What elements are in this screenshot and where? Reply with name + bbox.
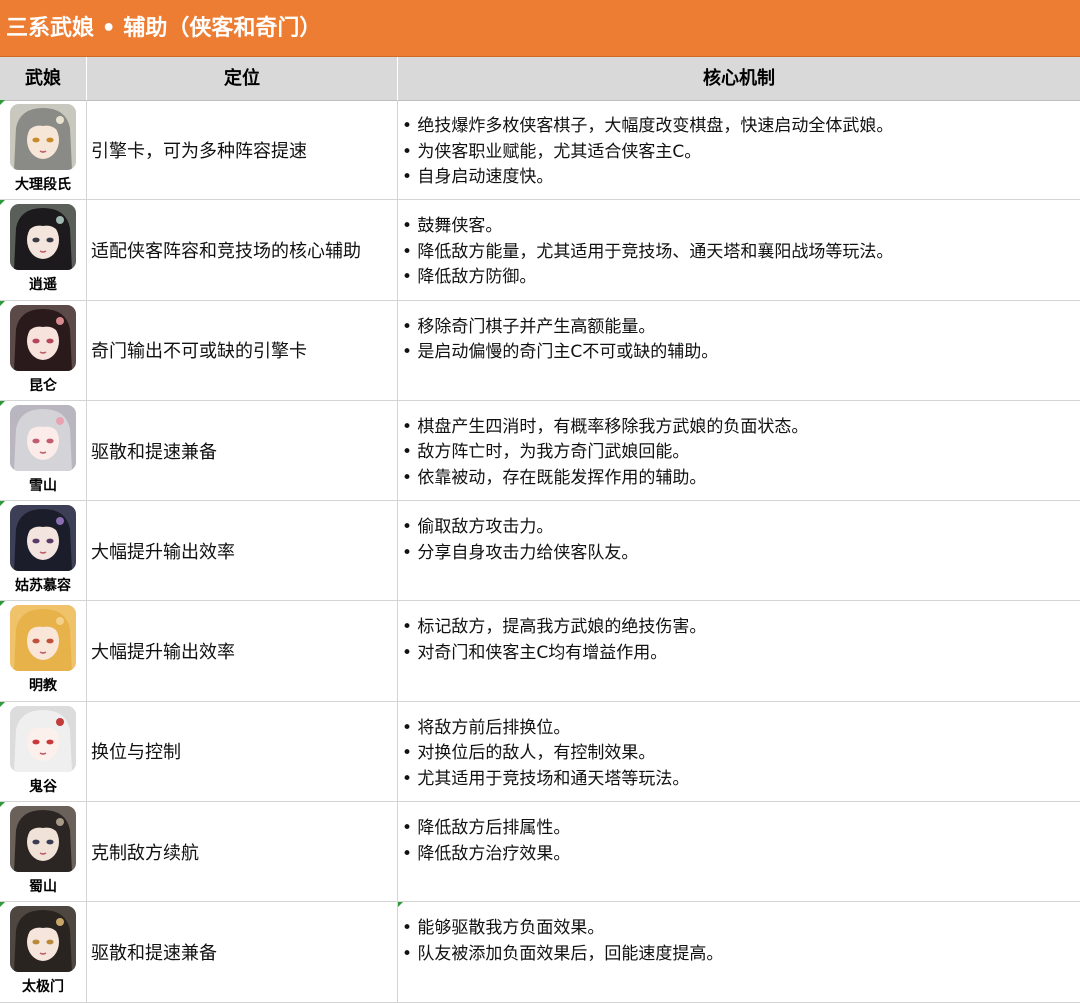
hero-name: 鬼谷 bbox=[29, 778, 57, 795]
mechanic-item: • 鼓舞侠客。 bbox=[402, 216, 503, 237]
cell-comment-marker bbox=[0, 601, 5, 607]
mechanics-cell: • 棋盘产生四消时，有概率移除我方武娘的负面状态。 • 敌方阵亡时，为我方奇门武娘… bbox=[398, 401, 1080, 500]
mechanics-cell: • 降低敌方后排属性。 • 降低敌方治疗效果。 bbox=[398, 802, 1080, 901]
cell-comment-marker bbox=[398, 902, 403, 908]
mechanic-item: • 偷取敌方攻击力。 bbox=[402, 517, 554, 538]
table-row: 太极门 驱散和提速兼备 • 能够驱散我方负面效果。 • 队友被添加负面效果后，回能速度… bbox=[0, 902, 1080, 1003]
role-cell: 适配侠客阵容和竞技场的核心辅助 bbox=[87, 200, 398, 300]
hero-portrait bbox=[10, 304, 76, 371]
mechanic-item: • 队友被添加负面效果后，回能速度提高。 bbox=[402, 943, 724, 964]
role-cell: 引擎卡，可为多种阵容提速 bbox=[87, 100, 398, 200]
mechanics-cell: • 绝技爆炸多枚侠客棋子，大幅度改变棋盘，快速启动全体武娘。 • 为侠客职业赋能，… bbox=[398, 100, 1080, 199]
table-header: 武娘 定位 核心机制 bbox=[0, 57, 1080, 101]
hero-cell: 雪山 bbox=[0, 400, 87, 501]
hero-cell: 昆仑 bbox=[0, 300, 87, 400]
hero-cell: 明教 bbox=[0, 601, 87, 701]
table-row: 昆仑 奇门输出不可或缺的引擎卡 • 移除奇门棋子并产生高额能量。 • 是启动偏慢的奇门… bbox=[0, 300, 1080, 401]
cell-comment-marker bbox=[0, 701, 5, 707]
mechanic-item: • 对奇门和侠客主C均有增益作用。 bbox=[402, 642, 668, 663]
table-row: 逍遥 适配侠客阵容和竞技场的核心辅助 • 鼓舞侠客。 • 降低敌方能量，尤其适用于竞技… bbox=[0, 200, 1080, 301]
table-row: 姑苏慕容 大幅提升输出效率 • 偷取敌方攻击力。 • 分享自身攻击力给侠客队友。 bbox=[0, 501, 1080, 602]
hero-name: 姑苏慕容 bbox=[15, 578, 71, 595]
hero-cell: 逍遥 bbox=[0, 200, 87, 300]
mechanic-item: • 降低敌方后排属性。 bbox=[402, 818, 571, 839]
mechanics-cell: • 移除奇门棋子并产生高额能量。 • 是启动偏慢的奇门主C不可或缺的辅助。 bbox=[398, 301, 1080, 400]
table-row: 大理段氏 引擎卡，可为多种阵容提速 • 绝技爆炸多枚侠客棋子，大幅度改变棋盘，快速启… bbox=[0, 100, 1080, 201]
cell-comment-marker bbox=[0, 300, 5, 306]
sheet-title: 三系武娘 • 辅助（侠客和奇门） bbox=[0, 0, 1080, 57]
mechanic-item: • 将敌方前后排换位。 bbox=[402, 717, 571, 738]
table-body: 大理段氏 引擎卡，可为多种阵容提速 • 绝技爆炸多枚侠客棋子，大幅度改变棋盘，快速启… bbox=[0, 100, 1080, 1003]
hero-portrait bbox=[10, 705, 76, 772]
hero-cell: 蜀山 bbox=[0, 802, 87, 902]
role-cell: 大幅提升输出效率 bbox=[87, 501, 398, 601]
mechanic-item: • 尤其适用于竞技场和通天塔等玩法。 bbox=[402, 768, 690, 789]
mechanic-item: • 敌方阵亡时，为我方奇门武娘回能。 bbox=[402, 442, 690, 463]
table-row: 蜀山 克制敌方续航 • 降低敌方后排属性。 • 降低敌方治疗效果。 bbox=[0, 802, 1080, 903]
cell-comment-marker bbox=[0, 400, 5, 406]
hero-name: 蜀山 bbox=[29, 879, 57, 896]
hero-portrait bbox=[10, 906, 76, 973]
cell-comment-marker bbox=[0, 501, 5, 507]
hero-cell: 大理段氏 bbox=[0, 100, 87, 200]
mechanic-item: • 移除奇门棋子并产生高额能量。 bbox=[402, 316, 656, 337]
cell-comment-marker bbox=[0, 100, 5, 105]
hero-support-sheet: 三系武娘 • 辅助（侠客和奇门） 武娘 定位 核心机制 大理段氏 引擎卡，可为多种… bbox=[0, 0, 1080, 1003]
mechanics-cell: • 鼓舞侠客。 • 降低敌方能量，尤其适用于竞技场、通天塔和襄阳战场等玩法。 • 降… bbox=[398, 200, 1080, 299]
cell-comment-marker bbox=[0, 802, 5, 808]
hero-name: 太极门 bbox=[22, 979, 64, 996]
hero-portrait bbox=[10, 104, 76, 170]
hero-portrait bbox=[10, 404, 76, 471]
mechanic-item: • 降低敌方能量，尤其适用于竞技场、通天塔和襄阳战场等玩法。 bbox=[402, 241, 894, 262]
hero-name: 明教 bbox=[29, 678, 57, 695]
mechanic-item: • 是启动偏慢的奇门主C不可或缺的辅助。 bbox=[402, 342, 719, 363]
hero-cell: 姑苏慕容 bbox=[0, 501, 87, 601]
role-cell: 克制敌方续航 bbox=[87, 802, 398, 902]
mechanic-item: • 棋盘产生四消时，有概率移除我方武娘的负面状态。 bbox=[402, 416, 809, 437]
mechanic-item: • 自身启动速度快。 bbox=[402, 167, 554, 187]
mechanic-item: • 分享自身攻击力给侠客队友。 bbox=[402, 542, 639, 563]
role-cell: 大幅提升输出效率 bbox=[87, 601, 398, 701]
header-role: 定位 bbox=[87, 57, 398, 100]
role-cell: 驱散和提速兼备 bbox=[87, 902, 398, 1002]
mechanic-item: • 对换位后的敌人，有控制效果。 bbox=[402, 743, 656, 764]
hero-name: 大理段氏 bbox=[15, 177, 71, 193]
hero-name: 昆仑 bbox=[29, 377, 57, 394]
hero-portrait bbox=[10, 806, 76, 873]
cell-comment-marker bbox=[0, 200, 5, 206]
table-row: 明教 大幅提升输出效率 • 标记敌方，提高我方武娘的绝技伤害。 • 对奇门和侠客主C均… bbox=[0, 601, 1080, 702]
role-cell: 奇门输出不可或缺的引擎卡 bbox=[87, 300, 398, 400]
role-cell: 换位与控制 bbox=[87, 701, 398, 802]
hero-portrait bbox=[10, 605, 76, 672]
hero-name: 雪山 bbox=[29, 477, 57, 494]
role-cell: 驱散和提速兼备 bbox=[87, 400, 398, 501]
mechanic-item: • 降低敌方治疗效果。 bbox=[402, 843, 571, 864]
hero-cell: 太极门 bbox=[0, 902, 87, 1002]
hero-portrait bbox=[10, 505, 76, 572]
hero-portrait bbox=[10, 204, 76, 271]
mechanic-item: • 为侠客职业赋能，尤其适合侠客主C。 bbox=[402, 141, 702, 162]
mechanic-item: • 依靠被动，存在既能发挥作用的辅助。 bbox=[402, 467, 707, 488]
mechanics-cell: • 偷取敌方攻击力。 • 分享自身攻击力给侠客队友。 bbox=[398, 501, 1080, 600]
mechanic-item: • 能够驱散我方负面效果。 bbox=[402, 918, 605, 939]
header-mechanics: 核心机制 bbox=[703, 68, 775, 89]
mechanic-item: • 绝技爆炸多枚侠客棋子，大幅度改变棋盘，快速启动全体武娘。 bbox=[402, 116, 894, 136]
hero-name: 逍遥 bbox=[29, 277, 57, 294]
mechanic-item: • 标记敌方，提高我方武娘的绝技伤害。 bbox=[402, 617, 707, 638]
header-hero: 武娘 bbox=[0, 57, 87, 100]
mechanic-item: • 降低敌方防御。 bbox=[402, 267, 537, 288]
cell-comment-marker bbox=[0, 902, 5, 908]
table-row: 雪山 驱散和提速兼备 • 棋盘产生四消时，有概率移除我方武娘的负面状态。 • 敌方阵亡… bbox=[0, 400, 1080, 502]
mechanics-cell: • 能够驱散我方负面效果。 • 队友被添加负面效果后，回能速度提高。 bbox=[398, 902, 1080, 1001]
mechanics-cell: • 标记敌方，提高我方武娘的绝技伤害。 • 对奇门和侠客主C均有增益作用。 bbox=[398, 601, 1080, 700]
table-row: 鬼谷 换位与控制 • 将敌方前后排换位。 • 对换位后的敌人，有控制效果。 • 尤其适用… bbox=[0, 701, 1080, 803]
mechanics-cell: • 将敌方前后排换位。 • 对换位后的敌人，有控制效果。 • 尤其适用于竞技场和通天… bbox=[398, 702, 1080, 801]
hero-cell: 鬼谷 bbox=[0, 701, 87, 802]
